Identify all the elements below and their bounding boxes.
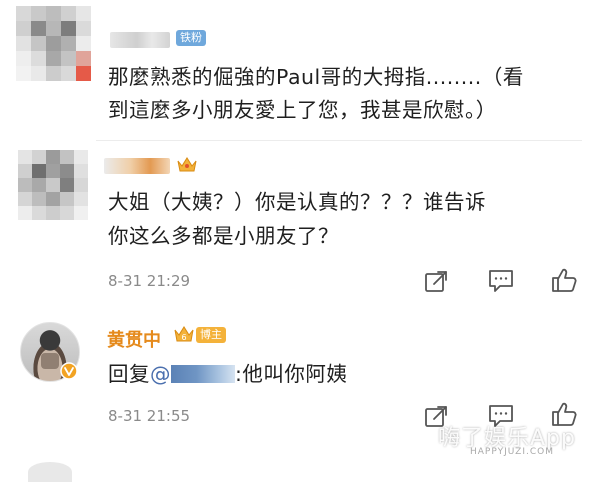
crown-icon: [176, 156, 198, 174]
mention-username-blurred: [171, 365, 235, 383]
blogger-badge: 博主: [196, 327, 226, 343]
avatar-1[interactable]: [16, 6, 91, 81]
like-icon[interactable]: [550, 266, 578, 294]
verified-v-icon: [60, 362, 78, 380]
comment-icon[interactable]: [487, 268, 515, 294]
watermark-subtext: HAPPYJUZI.COM: [470, 447, 554, 457]
avatar-2[interactable]: [18, 150, 88, 220]
comment-1-text-line-2: 到這麼多小朋友愛上了您，我甚是欣慰。）: [108, 98, 497, 122]
divider: [96, 140, 582, 141]
reply-suffix: :他叫你阿姨: [235, 362, 348, 386]
comment-3-timestamp: 8-31 21:55: [108, 407, 191, 425]
username-huang-guanzhong[interactable]: 黄贯中: [107, 326, 161, 352]
avatar-next-partial[interactable]: [28, 462, 72, 482]
crown-level-icon: 6: [173, 325, 195, 345]
comment-1-text-line-1: 那麼熟悉的倔強的Paul哥的大拇指........（看: [108, 65, 524, 89]
username-blurred-2[interactable]: [104, 158, 170, 174]
reply-prefix: 回复: [108, 362, 150, 386]
svg-text:6: 6: [181, 333, 186, 342]
comment-3-text: 回复@ :他叫你阿姨: [108, 358, 347, 391]
share-icon[interactable]: [423, 269, 449, 295]
fan-badge: 铁粉: [176, 30, 206, 46]
comment-2-text-line-1: 大姐（大姨？）你是认真的？？？谁告诉: [108, 190, 486, 214]
username-blurred-1[interactable]: [110, 32, 170, 48]
mention-link[interactable]: @: [150, 362, 235, 386]
mention-at: @: [150, 362, 171, 386]
comment-2-text-line-2: 你这么多都是小朋友了？: [108, 224, 339, 248]
comment-2-timestamp: 8-31 21:29: [108, 272, 191, 290]
